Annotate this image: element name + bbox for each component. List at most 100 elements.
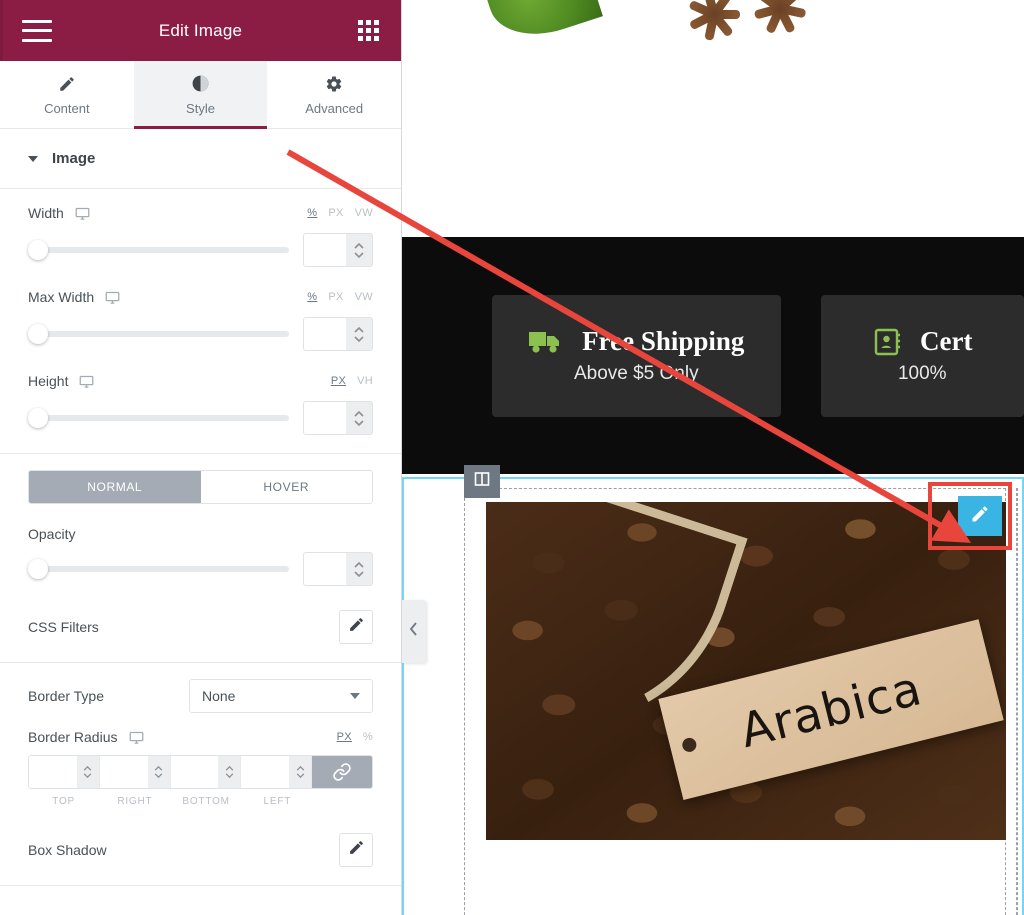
chevron-left-icon <box>409 622 419 641</box>
chevron-down-icon <box>28 155 38 162</box>
unit-px[interactable]: PX <box>331 375 346 387</box>
unit-percent[interactable]: % <box>307 207 317 219</box>
pencil-icon <box>348 839 365 861</box>
tag-hole <box>681 736 699 754</box>
width-label-wrap: Width <box>28 205 90 221</box>
image-widget-edit-button[interactable] <box>958 496 1002 536</box>
desktop-icon[interactable] <box>79 374 94 389</box>
slider-knob[interactable] <box>28 240 48 260</box>
state-normal-button[interactable]: NORMAL <box>29 471 201 503</box>
panel-header: Edit Image <box>0 0 401 61</box>
unit-px[interactable]: PX <box>337 731 352 743</box>
border-radius-left-stepper[interactable] <box>289 756 311 788</box>
border-radius-units: PX % <box>337 731 373 743</box>
max-width-input[interactable] <box>304 318 346 350</box>
unit-vw[interactable]: VW <box>355 207 373 219</box>
feature-card-top: Cert <box>872 326 973 357</box>
max-width-control-header: Max Width % PX VW <box>28 289 373 305</box>
slider-knob[interactable] <box>28 559 48 579</box>
grid-icon[interactable] <box>358 20 379 41</box>
box-shadow-row: Box Shadow <box>28 833 373 867</box>
border-radius-bottom-input[interactable] <box>170 756 219 788</box>
max-width-slider-row <box>28 317 373 351</box>
height-units: PX VH <box>331 375 373 387</box>
tab-content-label: Content <box>44 100 90 116</box>
elementor-editor: Edit Image Content Style Advanced Image … <box>0 0 1024 915</box>
image-widget-coffee[interactable]: Arabica <box>486 502 1006 840</box>
slider-track <box>38 331 289 337</box>
height-slider-row <box>28 401 373 435</box>
label-left: LEFT <box>263 796 292 807</box>
pencil-icon <box>348 616 365 638</box>
slider-knob[interactable] <box>28 408 48 428</box>
height-slider[interactable] <box>28 408 289 428</box>
unit-vh[interactable]: VH <box>357 375 373 387</box>
border-radius-right-stepper[interactable] <box>147 756 170 788</box>
height-input-wrap <box>303 401 373 435</box>
label-right: RIGHT <box>117 796 153 807</box>
width-input[interactable] <box>304 234 346 266</box>
opacity-input-wrap <box>303 552 373 586</box>
border-type-label: Border Type <box>28 688 105 704</box>
border-radius-top-input[interactable] <box>29 756 77 788</box>
slider-track <box>38 566 289 572</box>
box-shadow-edit-button[interactable] <box>339 833 373 867</box>
unit-px[interactable]: PX <box>328 207 343 219</box>
border-type-select[interactable]: None <box>189 679 373 713</box>
desktop-icon[interactable] <box>75 206 90 221</box>
id-card-icon <box>872 327 902 357</box>
tab-content[interactable]: Content <box>0 61 134 128</box>
border-radius-top-cell <box>29 756 100 788</box>
link-icon[interactable] <box>312 756 372 788</box>
width-control-header: Width % PX VW <box>28 205 373 221</box>
panel-tabs: Content Style Advanced <box>0 61 401 129</box>
feature-card-free-shipping[interactable]: Free Shipping Above $5 Only <box>492 294 781 417</box>
unit-vw[interactable]: VW <box>355 291 373 303</box>
arabica-tag-text: Arabica <box>734 660 928 759</box>
width-slider[interactable] <box>28 240 289 260</box>
width-slider-row <box>28 233 373 267</box>
css-filters-edit-button[interactable] <box>339 610 373 644</box>
unit-percent[interactable]: % <box>363 731 373 743</box>
border-radius-side-labels: TOP RIGHT BOTTOM LEFT <box>28 796 373 807</box>
max-width-stepper[interactable] <box>346 318 372 350</box>
features-band: Free Shipping Above $5 Only Cert 100% <box>402 237 1024 474</box>
border-radius-inputs <box>28 755 373 789</box>
desktop-icon[interactable] <box>129 730 144 745</box>
slider-knob[interactable] <box>28 324 48 344</box>
border-type-row: Border Type None <box>28 679 373 713</box>
feature-title: Cert <box>920 326 973 356</box>
border-radius-header: Border Radius PX % <box>28 729 373 745</box>
max-width-units: % PX VW <box>307 291 373 303</box>
opacity-slider[interactable] <box>28 559 289 579</box>
opacity-control-header: Opacity <box>28 526 373 542</box>
label-spacer <box>313 796 373 807</box>
section-image-header[interactable]: Image <box>0 129 401 189</box>
border-radius-left-input[interactable] <box>241 756 289 788</box>
tab-style[interactable]: Style <box>133 61 268 129</box>
height-stepper[interactable] <box>346 402 372 434</box>
opacity-stepper[interactable] <box>346 553 372 585</box>
max-width-slider[interactable] <box>28 324 289 344</box>
border-radius-top-stepper[interactable] <box>76 756 99 788</box>
gear-icon <box>324 74 344 94</box>
hamburger-icon[interactable] <box>22 19 52 42</box>
border-type-value: None <box>202 688 236 704</box>
border-radius-left-cell <box>241 756 312 788</box>
border-radius-right-input[interactable] <box>99 756 148 788</box>
opacity-input[interactable] <box>304 553 346 585</box>
tab-advanced[interactable]: Advanced <box>267 61 401 128</box>
state-hover-button[interactable]: HOVER <box>200 471 372 503</box>
unit-px[interactable]: PX <box>328 291 343 303</box>
feature-card-certified[interactable]: Cert 100% <box>820 294 1024 417</box>
height-input[interactable] <box>304 402 346 434</box>
desktop-icon[interactable] <box>105 290 120 305</box>
border-radius-label-wrap: Border Radius <box>28 729 144 745</box>
border-radius-bottom-stepper[interactable] <box>218 756 241 788</box>
column-handle[interactable] <box>464 465 500 498</box>
panel-collapse-handle[interactable] <box>402 600 426 663</box>
width-stepper[interactable] <box>346 234 372 266</box>
unit-percent[interactable]: % <box>307 291 317 303</box>
height-control-header: Height PX VH <box>28 373 373 389</box>
max-width-label-wrap: Max Width <box>28 289 120 305</box>
